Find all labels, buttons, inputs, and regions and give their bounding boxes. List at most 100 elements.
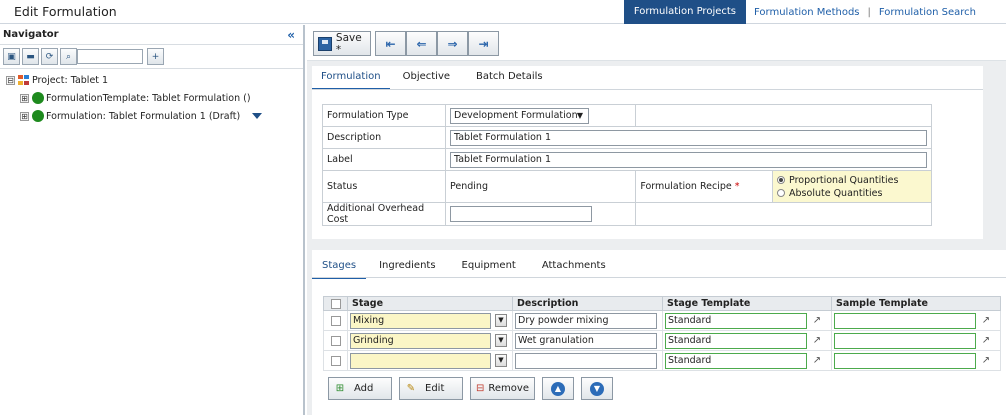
sample-template-input[interactable] — [834, 312, 976, 329]
tab-ingredients[interactable]: Ingredients — [366, 255, 448, 279]
select-all-checkbox[interactable] — [330, 298, 341, 309]
stage-input[interactable]: Mixing — [350, 312, 491, 329]
add-button[interactable]: ⊞ Add — [328, 377, 392, 400]
tab-batch-details[interactable]: Batch Details — [463, 66, 556, 90]
row-checkbox[interactable] — [330, 315, 341, 326]
status-green-icon — [32, 110, 44, 122]
tree-node-template[interactable]: ⊞ FormulationTemplate: Tablet Formulatio… — [0, 89, 303, 107]
stages-table: Stage Description Stage Template Sample … — [323, 296, 1001, 371]
search-icon[interactable]: ⌕ — [60, 48, 77, 65]
edit-icon: ✎ — [406, 382, 416, 394]
stage-input[interactable] — [350, 352, 491, 369]
tab-attachments[interactable]: Attachments — [529, 255, 619, 279]
tab-stages[interactable]: Stages — [312, 255, 367, 279]
collapse-all-icon[interactable]: ▬ — [22, 48, 39, 65]
stage-template-input[interactable]: Standard — [665, 352, 807, 369]
add-node-icon[interactable]: + — [147, 48, 164, 65]
status-label: Status — [322, 170, 446, 203]
description-label: Description — [322, 126, 446, 149]
remove-button[interactable]: ⊟ Remove — [470, 377, 535, 400]
row-checkbox[interactable] — [330, 335, 341, 346]
stage-tabs: Stages Ingredients Equipment Attachments — [312, 255, 619, 279]
nav-formulation-projects[interactable]: Formulation Projects — [623, 0, 747, 24]
dropdown-triangle-icon[interactable] — [252, 113, 263, 119]
expand-all-icon[interactable]: ▣ — [3, 48, 20, 65]
tree-expand-icon[interactable]: ⊞ — [20, 111, 29, 121]
collapse-icon[interactable]: « — [287, 25, 295, 45]
recipe-options: Proportional Quantities Absolute Quantit… — [772, 170, 932, 203]
open-link-icon[interactable]: ↗ — [811, 314, 823, 327]
open-link-icon[interactable]: ↗ — [980, 354, 992, 367]
previous-record-icon[interactable]: ⇐ — [406, 31, 437, 56]
stage-input[interactable]: Grinding — [350, 332, 491, 349]
description-input[interactable]: Wet granulation — [515, 332, 657, 349]
radio-proportional[interactable]: Proportional Quantities — [777, 174, 927, 187]
tree-node-label: Project: Tablet 1 — [32, 74, 109, 86]
edit-button[interactable]: ✎ Edit — [399, 377, 463, 400]
dropdown-icon[interactable]: ▼ — [495, 314, 507, 327]
dropdown-icon[interactable]: ▼ — [495, 334, 507, 347]
save-button[interactable]: Save * — [313, 31, 371, 56]
tree-node-formulation[interactable]: ⊞ Formulation: Tablet Formulation 1 (Dra… — [0, 107, 303, 125]
column-stage: Stage — [347, 296, 513, 311]
remove-icon: ⊟ — [476, 382, 485, 394]
sample-template-input[interactable] — [834, 332, 976, 349]
required-marker: * — [734, 181, 740, 192]
nav-formulation-methods[interactable]: Formulation Methods — [746, 7, 867, 18]
formulation-tabs: Formulation Objective Batch Details — [312, 66, 556, 90]
overhead-input[interactable] — [450, 206, 592, 222]
radio-absolute[interactable]: Absolute Quantities — [777, 187, 927, 200]
column-stage-template: Stage Template — [662, 296, 832, 311]
row-checkbox[interactable] — [330, 355, 341, 366]
open-link-icon[interactable]: ↗ — [811, 334, 823, 347]
move-up-button[interactable]: ▲ — [542, 377, 574, 400]
navigator-tree: ⊟ Project: Tablet 1 ⊞ FormulationTemplat… — [0, 69, 303, 125]
stage-template-input[interactable]: Standard — [665, 312, 807, 329]
radio-unselected-icon[interactable] — [777, 189, 786, 197]
project-icon — [18, 74, 30, 86]
description-input[interactable]: Dry powder mixing — [515, 312, 657, 329]
arrow-down-icon: ▼ — [590, 381, 604, 396]
edit-label: Edit — [425, 383, 445, 394]
page-title: Edit Formulation — [14, 4, 117, 19]
description-input[interactable] — [515, 352, 657, 369]
recipe-label-cell: Formulation Recipe * — [635, 170, 774, 203]
add-icon: ⊞ — [335, 382, 345, 394]
label-input[interactable]: Tablet Formulation 1 — [450, 151, 927, 168]
open-link-icon[interactable]: ↗ — [811, 354, 823, 367]
tree-node-label: Formulation: Tablet Formulation 1 (Draft… — [46, 110, 241, 122]
tree-node-project[interactable]: ⊟ Project: Tablet 1 — [0, 71, 303, 89]
grid-actions: ⊞ Add ✎ Edit ⊟ Remove ▲ ▼ — [328, 377, 613, 400]
main-content: Save * ⇤ ⇐ ⇒ ⇥ Formulation Objective Bat… — [307, 25, 1006, 415]
open-link-icon[interactable]: ↗ — [980, 314, 992, 327]
tree-node-label: FormulationTemplate: Tablet Formulation … — [46, 92, 251, 104]
stage-template-input[interactable]: Standard — [665, 332, 807, 349]
sample-template-input[interactable] — [834, 352, 976, 369]
status-green-icon — [32, 92, 44, 104]
navigator-header: Navigator « — [0, 25, 303, 45]
stages-card: Stages Ingredients Equipment Attachments… — [312, 250, 1006, 415]
dropdown-icon[interactable]: ▼ — [495, 354, 507, 367]
radio-label: Proportional Quantities — [789, 174, 899, 186]
action-toolbar: Save * ⇤ ⇐ ⇒ ⇥ — [307, 25, 1006, 61]
move-down-button[interactable]: ▼ — [581, 377, 613, 400]
description-input[interactable]: Tablet Formulation 1 — [450, 129, 927, 146]
recipe-label: Formulation Recipe — [640, 181, 732, 192]
formulation-type-select[interactable]: Development Formulation — [450, 107, 589, 124]
tree-collapse-icon[interactable]: ⊟ — [6, 75, 15, 85]
tab-equipment[interactable]: Equipment — [449, 255, 529, 279]
refresh-icon[interactable]: ⟳ — [41, 48, 58, 65]
last-record-icon[interactable]: ⇥ — [468, 31, 499, 56]
navigator-search-input[interactable] — [77, 49, 143, 64]
radio-selected-icon[interactable] — [777, 176, 786, 184]
first-record-icon[interactable]: ⇤ — [375, 31, 406, 56]
overhead-label: Additional Overhead Cost — [322, 202, 446, 226]
formulation-card: Formulation Objective Batch Details Form… — [312, 66, 983, 239]
tab-formulation[interactable]: Formulation — [312, 66, 390, 90]
nav-formulation-search[interactable]: Formulation Search — [871, 7, 1006, 18]
next-record-icon[interactable]: ⇒ — [437, 31, 468, 56]
open-link-icon[interactable]: ↗ — [980, 334, 992, 347]
tab-objective[interactable]: Objective — [390, 66, 463, 90]
save-icon — [318, 36, 332, 51]
tree-expand-icon[interactable]: ⊞ — [20, 93, 29, 103]
